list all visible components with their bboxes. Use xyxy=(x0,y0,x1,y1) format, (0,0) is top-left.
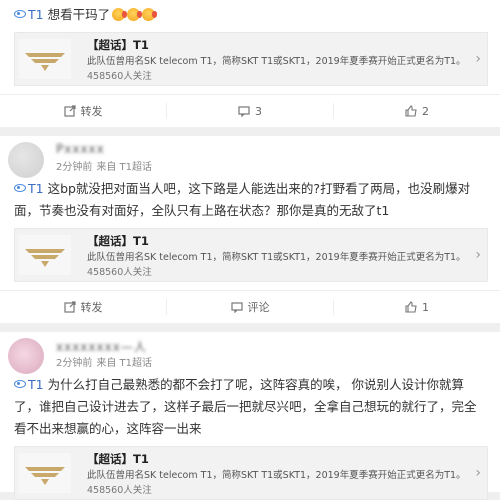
post-text: T1 为什么打自己最熟悉的都不会打了呢，这阵容真的唉， 你说别人设计你就算了，谁… xyxy=(0,374,500,440)
repost-icon xyxy=(63,301,76,313)
emoji-icon xyxy=(127,8,143,21)
card-followers: 458560人关注 xyxy=(87,71,152,82)
action-bar: 转发 评论 1 xyxy=(0,290,500,323)
username[interactable]: Pxxxxx xyxy=(56,142,105,156)
thumbs-up-icon xyxy=(405,105,417,117)
emoji-icon xyxy=(112,8,128,21)
supertopic-card[interactable]: 【超话】T1 此队伍曾用名SK telecom T1，简称SKT T1或SKT1… xyxy=(14,446,488,500)
supertopic-icon xyxy=(14,380,26,388)
comment-button[interactable]: 3 xyxy=(167,95,333,127)
post-text: T1 想看干玛了 xyxy=(0,4,500,26)
spacer xyxy=(0,127,500,136)
comment-count: 3 xyxy=(255,104,262,118)
card-description: 此队伍曾用名SK telecom T1，简称SKT T1或SKT1，2019年夏… xyxy=(87,252,466,263)
post-2: Pxxxxx 2分钟前 来自 T1超话 T1 这bp就没把对面当人吧，这下路是人能… xyxy=(0,136,500,323)
repost-button[interactable]: 转发 xyxy=(0,95,166,127)
comment-button[interactable]: 评论 xyxy=(167,291,333,323)
repost-icon xyxy=(63,105,76,117)
supertopic-tag[interactable]: T1 xyxy=(28,181,44,196)
t1-logo-icon xyxy=(19,39,71,79)
chevron-right-icon: › xyxy=(475,247,481,263)
comment-icon xyxy=(238,106,250,117)
post-header: xxxxxxxx—人 2分钟前 来自 T1超话 xyxy=(0,332,500,374)
chevron-right-icon: › xyxy=(475,465,481,481)
t1-logo-icon xyxy=(19,235,71,275)
post-meta: 2分钟前 来自 T1超话 xyxy=(56,354,152,369)
username[interactable]: xxxxxxxx—人 xyxy=(56,338,147,355)
post-body: 想看干玛了 xyxy=(43,7,111,22)
card-title: 【超话】T1 xyxy=(87,234,149,248)
supertopic-tag[interactable]: T1 xyxy=(28,377,44,392)
supertopic-tag[interactable]: T1 xyxy=(28,7,44,22)
post-source[interactable]: 来自 T1超话 xyxy=(96,162,152,173)
post-time: 2分钟前 xyxy=(56,162,93,173)
post-time: 2分钟前 xyxy=(56,358,93,369)
card-description: 此队伍曾用名SK telecom T1，简称SKT T1或SKT1，2019年夏… xyxy=(87,56,466,67)
t1-logo-icon xyxy=(19,453,71,493)
supertopic-icon xyxy=(14,10,26,18)
post-meta: 2分钟前 来自 T1超话 xyxy=(56,158,152,173)
post-1: T1 想看干玛了 【超话】T1 此队伍曾用名SK telecom T1，简称SK… xyxy=(0,0,500,127)
post-body: 为什么打自己最熟悉的都不会打了呢，这阵容真的唉， 你说别人设计你就算了，谁把自己… xyxy=(14,377,477,436)
repost-button[interactable]: 转发 xyxy=(0,291,166,323)
supertopic-card[interactable]: 【超话】T1 此队伍曾用名SK telecom T1，简称SKT T1或SKT1… xyxy=(14,32,488,86)
card-followers: 458560人关注 xyxy=(87,485,152,496)
like-button[interactable]: 1 xyxy=(334,291,500,323)
avatar[interactable] xyxy=(8,142,44,178)
repost-label: 转发 xyxy=(80,105,103,118)
supertopic-icon xyxy=(14,184,26,192)
post-text: T1 这bp就没把对面当人吧，这下路是人能选出来的?打野看了两局，也没刷爆对面，… xyxy=(0,178,500,222)
card-description: 此队伍曾用名SK telecom T1，简称SKT T1或SKT1，2019年夏… xyxy=(87,470,466,481)
thumbs-up-icon xyxy=(405,301,417,313)
comment-label: 评论 xyxy=(247,301,270,314)
action-bar: 转发 3 2 xyxy=(0,94,500,127)
like-count: 2 xyxy=(422,104,429,118)
post-header: Pxxxxx 2分钟前 来自 T1超话 xyxy=(0,136,500,178)
chevron-right-icon: › xyxy=(475,51,481,67)
comment-icon xyxy=(230,302,243,313)
repost-label: 转发 xyxy=(80,301,103,314)
supertopic-card[interactable]: 【超话】T1 此队伍曾用名SK telecom T1，简称SKT T1或SKT1… xyxy=(14,228,488,282)
card-title: 【超话】T1 xyxy=(87,38,149,52)
emoji-icon xyxy=(142,8,158,21)
avatar[interactable] xyxy=(8,338,44,374)
like-button[interactable]: 2 xyxy=(334,95,500,127)
card-followers: 458560人关注 xyxy=(87,267,152,278)
card-title: 【超话】T1 xyxy=(87,452,149,466)
spacer xyxy=(0,323,500,332)
like-count: 1 xyxy=(422,300,429,314)
post-source[interactable]: 来自 T1超话 xyxy=(96,358,152,369)
post-3: xxxxxxxx—人 2分钟前 来自 T1超话 T1 为什么打自己最熟悉的都不会打… xyxy=(0,332,500,500)
post-body: 这bp就没把对面当人吧，这下路是人能选出来的?打野看了两局，也没刷爆对面，节奏也… xyxy=(14,181,471,218)
